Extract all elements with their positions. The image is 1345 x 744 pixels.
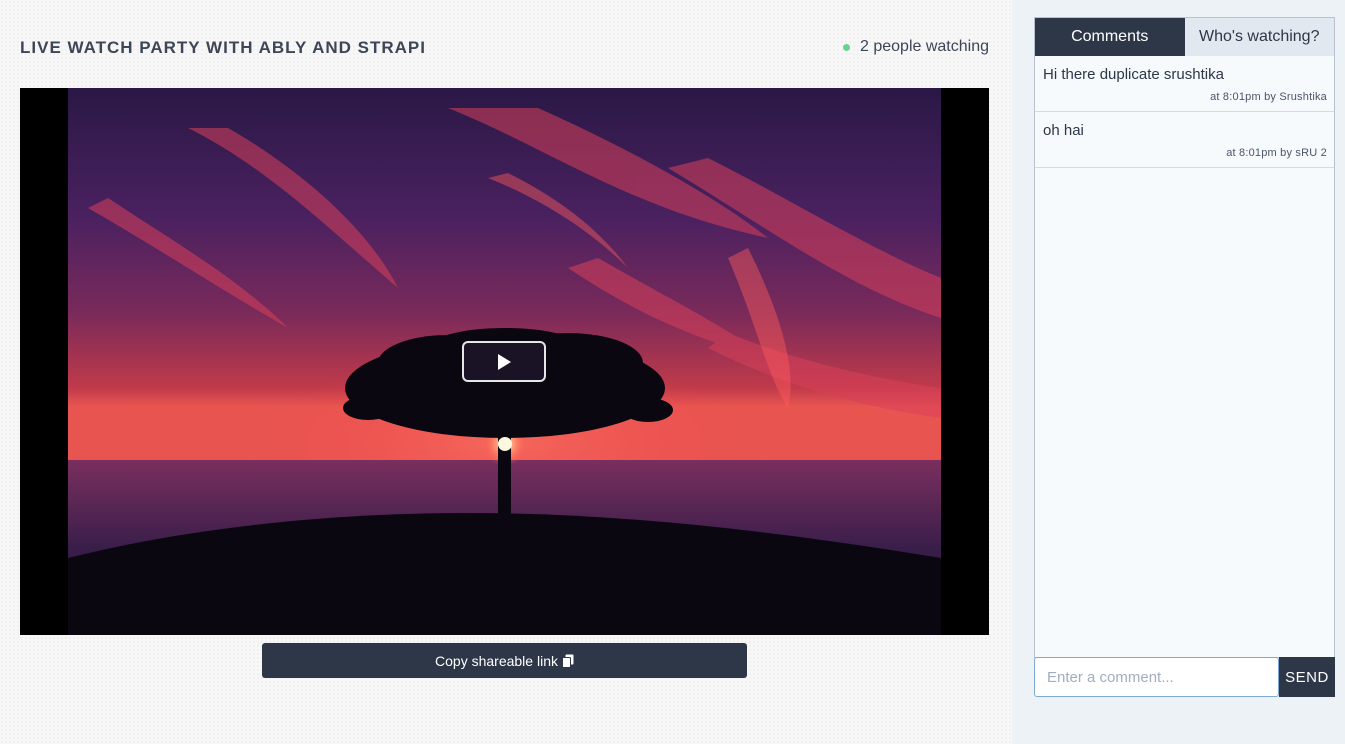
copy-link-label: Copy shareable link [435, 652, 558, 669]
main-area: LIVE WATCH PARTY WITH ABLY AND STRAPI 2 … [0, 0, 1012, 744]
sidebar-tabs: Comments Who's watching? [1035, 18, 1334, 56]
play-button[interactable] [462, 341, 546, 382]
sidebar: Comments Who's watching? Hi there duplic… [1012, 0, 1345, 744]
clipboard-icon [561, 654, 574, 668]
online-status-dot [843, 43, 851, 51]
comment-meta: at 8:01pm by sRU 2 [1226, 147, 1327, 159]
viewer-count-text: 2 people watching [860, 38, 989, 55]
viewer-count: 2 people watching [843, 38, 989, 56]
comment-item: Hi there duplicate srushtika at 8:01pm b… [1035, 56, 1334, 112]
comment-text: Hi there duplicate srushtika [1043, 66, 1224, 83]
comment-meta: at 8:01pm by Srushtika [1210, 91, 1327, 103]
comment-input[interactable] [1034, 657, 1279, 697]
tab-whos-watching[interactable]: Who's watching? [1184, 18, 1334, 56]
copy-link-button[interactable]: Copy shareable link [262, 643, 747, 678]
page-title: LIVE WATCH PARTY WITH ABLY AND STRAPI [20, 38, 426, 57]
comment-text: oh hai [1043, 122, 1084, 139]
comments-panel: Comments Who's watching? Hi there duplic… [1034, 17, 1335, 658]
tab-comments[interactable]: Comments [1035, 18, 1185, 56]
play-icon [498, 353, 511, 370]
video-player[interactable] [20, 88, 989, 635]
comment-item: oh hai at 8:01pm by sRU 2 [1035, 112, 1334, 168]
comment-form: SEND [1034, 657, 1335, 697]
send-button[interactable]: SEND [1279, 657, 1335, 697]
